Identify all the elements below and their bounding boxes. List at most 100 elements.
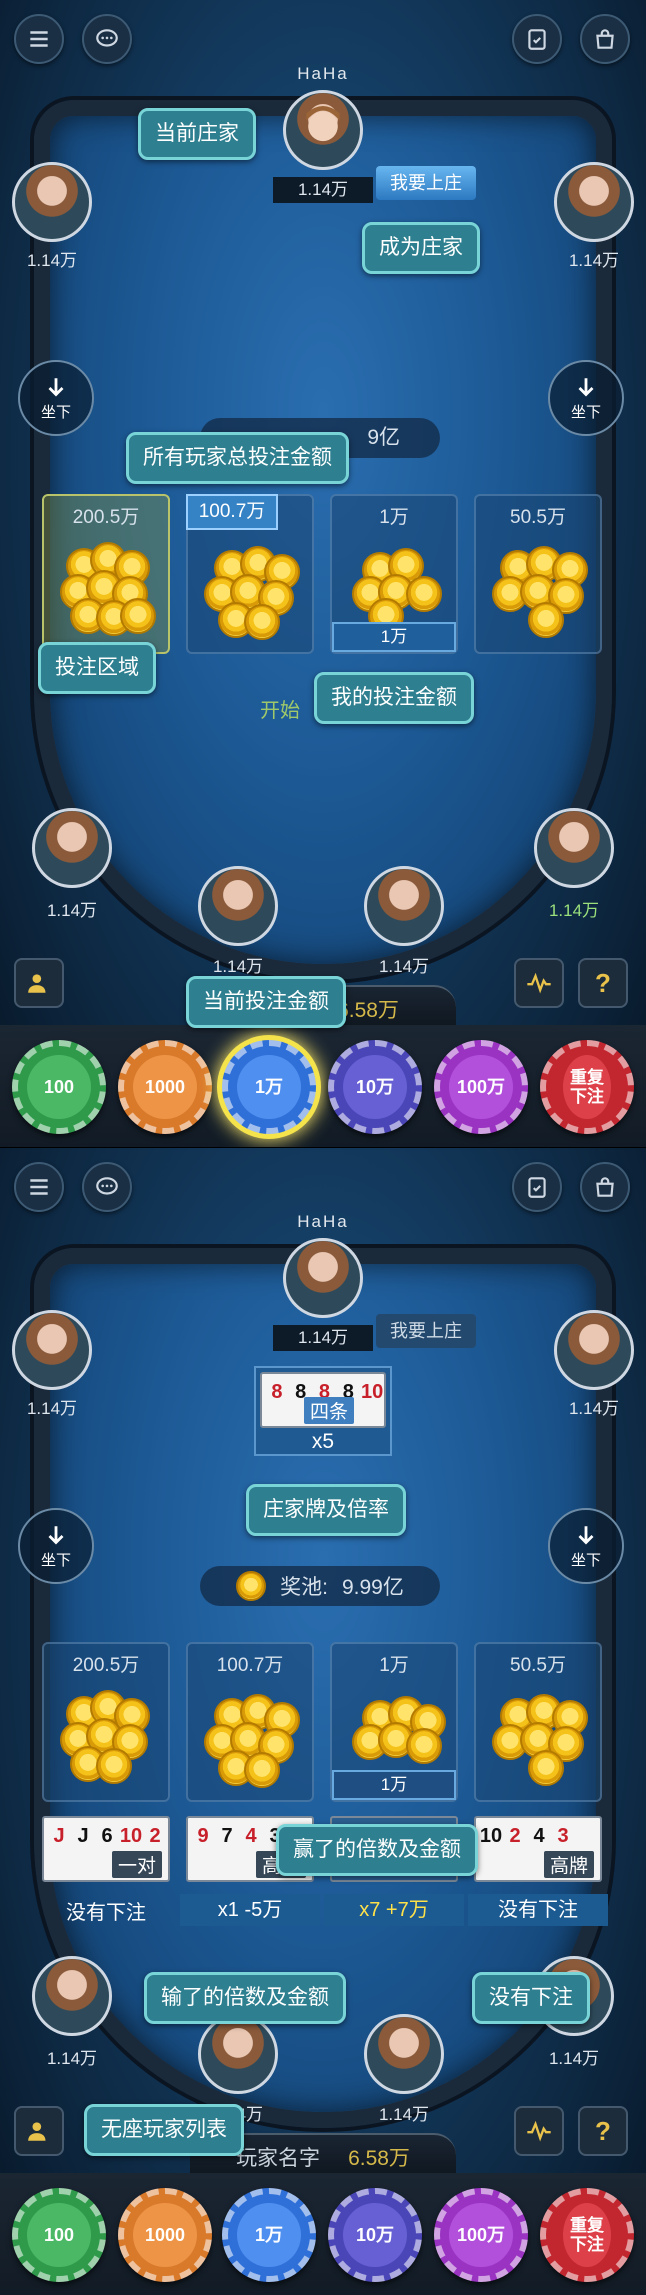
menu-button[interactable] [14, 14, 64, 64]
banker-name: HaHa [297, 1212, 349, 1231]
player-total-value: 6.58万 [337, 999, 399, 1022]
hand-rank: 一对 [111, 1851, 162, 1878]
chip-pile [492, 540, 588, 640]
card: 3 [557, 1825, 569, 1847]
sit-down-button-left[interactable]: 坐下 [18, 360, 94, 436]
shopping-bag-icon [596, 29, 614, 49]
seat-avatar-top-left[interactable] [12, 162, 92, 242]
bet-area-1[interactable]: 200.5万 [42, 1642, 170, 1802]
bet-area-total: 100.7万 [216, 1655, 284, 1676]
chip-pile [60, 1688, 156, 1788]
card: 6 [101, 1825, 113, 1847]
bet-area-total: 200.5万 [72, 507, 140, 528]
chip-1000[interactable]: 1000 [118, 1040, 212, 1134]
repeat-bet-button[interactable]: 重复下注 [540, 1040, 634, 1134]
chip-1000[interactable]: 1000 [118, 2188, 212, 2282]
chip-label: 10万 [343, 2203, 407, 2267]
seat-avatar-top-right[interactable] [554, 162, 634, 242]
seat-amount-bottom-right: 1.14万 [548, 2049, 600, 2068]
bet-area-4[interactable]: 50.5万 [474, 1642, 602, 1802]
menu-button[interactable] [14, 1162, 64, 1212]
trend-button[interactable] [514, 958, 564, 1008]
chip-label: 1000 [133, 1055, 197, 1119]
become-banker-button[interactable]: 我要上庄 [376, 166, 476, 200]
bet-area-total: 1万 [379, 1655, 409, 1676]
banker-avatar[interactable] [283, 1238, 363, 1318]
card: 9 [197, 1825, 209, 1847]
bet-area-total: 50.5万 [510, 507, 566, 528]
seat-avatar-bottom-right[interactable] [534, 808, 614, 888]
bet-area-2[interactable]: 100.7万 [186, 494, 314, 654]
bet-area-4[interactable]: 50.5万 [474, 494, 602, 654]
chat-button[interactable] [82, 1162, 132, 1212]
card: 2 [509, 1825, 521, 1847]
tip-bet-area: 投注区域 [38, 642, 156, 694]
tip-all-players-total-bet: 所有玩家总投注金额 [126, 432, 349, 484]
seat-avatar-top-left[interactable] [12, 1310, 92, 1390]
card: 7 [221, 1825, 233, 1847]
chip-1m[interactable]: 100万 [434, 2188, 528, 2282]
players-list-button[interactable] [14, 958, 64, 1008]
banker-amount: 1.14万 [273, 1325, 373, 1351]
chat-button[interactable] [82, 14, 132, 64]
sit-down-button-right[interactable]: 坐下 [548, 360, 624, 436]
banker-multiplier: x5 [311, 1430, 335, 1453]
chat-icon [96, 1177, 118, 1195]
seat-amount-bottom-left: 1.14万 [46, 2049, 98, 2068]
become-banker-button[interactable]: 我要上庄 [376, 1314, 476, 1348]
chip-label: 1万 [237, 1055, 301, 1119]
chip-100[interactable]: 100 [12, 1040, 106, 1134]
card: 8 [271, 1381, 283, 1403]
repeat-bet-button[interactable]: 重复下注 [540, 2188, 634, 2282]
bet-area-3[interactable]: 1万 1万 [330, 1642, 458, 1802]
sit-down-label: 坐下 [40, 1551, 71, 1569]
game-screen-tutorial-1: HaHa 1.14万 我要上庄 1.14万 1.14万 坐下 坐下 9亿 200… [0, 0, 646, 1147]
chip-10k[interactable]: 1万 [222, 1040, 316, 1134]
standless-players-button[interactable] [14, 2106, 64, 2156]
banker-avatar[interactable] [283, 90, 363, 170]
sit-down-button-right[interactable]: 坐下 [548, 1508, 624, 1584]
people-icon [28, 2122, 46, 2141]
card: 10 [479, 1825, 503, 1847]
seat-avatar-center-left[interactable] [198, 866, 278, 946]
gold-coin-icon [236, 1571, 267, 1601]
chip-100[interactable]: 100 [12, 2188, 106, 2282]
seat-avatar-top-right[interactable] [554, 1310, 634, 1390]
seat-amount-top-right: 1.14万 [568, 1399, 620, 1418]
seat-amount-center-right: 1.14万 [378, 957, 430, 976]
bet-area-1[interactable]: 200.5万 [42, 494, 170, 654]
tasks-button[interactable] [512, 14, 562, 64]
clipboard-icon [528, 1177, 546, 1198]
sit-down-button-left[interactable]: 坐下 [18, 1508, 94, 1584]
result-area-3: x7 +7万 [324, 1894, 464, 1926]
prize-pool-label: 奖池: [280, 1576, 328, 1599]
trend-button[interactable] [514, 2106, 564, 2156]
chip-label: 10万 [343, 1055, 407, 1119]
seat-avatar-bottom-left[interactable] [32, 1956, 112, 2036]
bet-area-total: 1万 [379, 507, 409, 528]
chip-100k[interactable]: 10万 [328, 1040, 422, 1134]
tasks-button[interactable] [512, 1162, 562, 1212]
chip-1m[interactable]: 100万 [434, 1040, 528, 1134]
trend-chart-icon [527, 972, 551, 994]
bet-area-3[interactable]: 1万 1万 [330, 494, 458, 654]
bet-area-2[interactable]: 100.7万 [186, 1642, 314, 1802]
banker-amount: 1.14万 [273, 177, 373, 203]
seat-avatar-center-left[interactable] [198, 2014, 278, 2094]
tip-my-bet-amount: 我的投注金额 [314, 672, 474, 724]
card [575, 1818, 599, 1854]
bet-area-total: 200.5万 [72, 1655, 140, 1676]
shop-button[interactable] [580, 1162, 630, 1212]
chip-10k[interactable]: 1万 [222, 2188, 316, 2282]
sit-down-label: 坐下 [570, 1551, 601, 1569]
help-button[interactable]: ? [578, 2106, 628, 2156]
sit-down-label: 坐下 [570, 403, 601, 421]
shop-button[interactable] [580, 14, 630, 64]
seat-avatar-center-right[interactable] [364, 2014, 444, 2094]
seat-avatar-bottom-left[interactable] [32, 808, 112, 888]
seat-avatar-center-right[interactable] [364, 866, 444, 946]
tip-lose-multiplier-amount: 输了的倍数及金额 [144, 1972, 346, 2024]
tip-banker-cards-multiplier: 庄家牌及倍率 [246, 1484, 406, 1536]
help-button[interactable]: ? [578, 958, 628, 1008]
chip-100k[interactable]: 10万 [328, 2188, 422, 2282]
